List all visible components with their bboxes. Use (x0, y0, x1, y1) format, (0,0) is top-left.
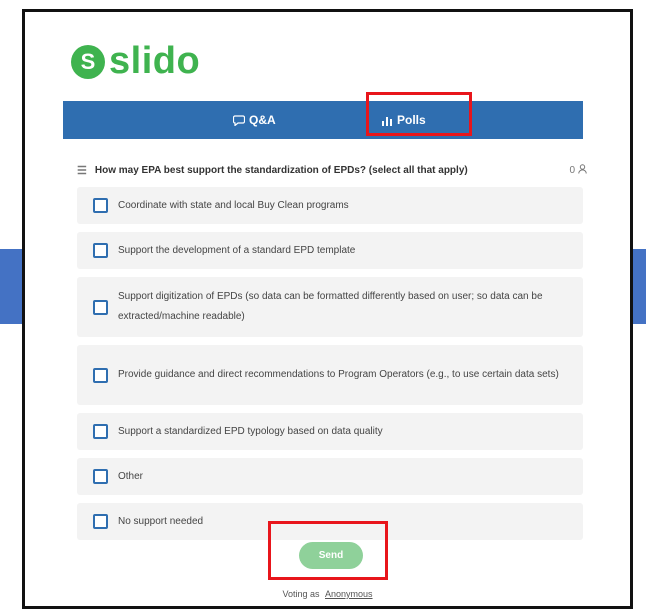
option-checkbox[interactable] (93, 299, 108, 315)
option-label: Support a standardized EPD typology base… (118, 425, 383, 437)
option-label: Support the development of a standard EP… (118, 244, 356, 256)
tab-bar: Q&A Polls (63, 101, 583, 139)
participant-count-value: 0 (569, 164, 575, 176)
list-icon: ☰ (77, 164, 87, 177)
slido-logo-text: slido (109, 40, 201, 82)
side-accent-left (0, 249, 22, 324)
option-label: Coordinate with state and local Buy Clea… (118, 199, 349, 211)
option-checkbox[interactable] (93, 367, 108, 383)
option-label: Other (118, 470, 144, 482)
poll-question-row: ☰ How may EPA best support the standardi… (77, 161, 587, 179)
poll-options: Coordinate with state and local Buy Clea… (77, 187, 583, 548)
slido-logo: S slido (71, 40, 200, 83)
voting-as-label: Voting as (282, 589, 320, 599)
poll-option[interactable]: Coordinate with state and local Buy Clea… (77, 187, 583, 224)
poll-option[interactable]: Support digitization of EPDs (so data ca… (77, 277, 583, 337)
option-label: No support needed (118, 515, 204, 527)
poll-question: How may EPA best support the standardiza… (94, 164, 468, 176)
option-checkbox[interactable] (93, 198, 108, 213)
option-label: Provide guidance and direct recommendati… (118, 369, 559, 380)
slido-poll-panel: S slido Q&A Polls ☰ How may EPA best sup… (22, 9, 633, 609)
tab-qa[interactable]: Q&A (233, 101, 276, 139)
chat-bubble-icon (233, 114, 245, 126)
tab-qa-label: Q&A (249, 113, 276, 127)
side-accent-right (632, 249, 646, 324)
poll-option[interactable]: Provide guidance and direct recommendati… (77, 345, 583, 405)
voting-as-line: Voting as Anonymous (25, 589, 630, 599)
poll-option[interactable]: Support the development of a standard EP… (77, 232, 583, 269)
person-icon (578, 163, 587, 177)
poll-option[interactable]: Support a standardized EPD typology base… (77, 413, 583, 450)
option-checkbox[interactable] (93, 514, 108, 529)
send-button[interactable]: Send (299, 542, 363, 569)
option-checkbox[interactable] (93, 424, 108, 439)
anonymous-link[interactable]: Anonymous (325, 589, 373, 599)
polls-tab-highlight (366, 92, 472, 136)
option-label: Support digitization of EPDs (so data ca… (118, 291, 543, 322)
participant-count: 0 (569, 161, 587, 179)
slido-logo-mark: S (71, 44, 105, 79)
option-checkbox[interactable] (93, 243, 108, 258)
option-checkbox[interactable] (93, 469, 108, 484)
poll-option[interactable]: Other (77, 458, 583, 495)
